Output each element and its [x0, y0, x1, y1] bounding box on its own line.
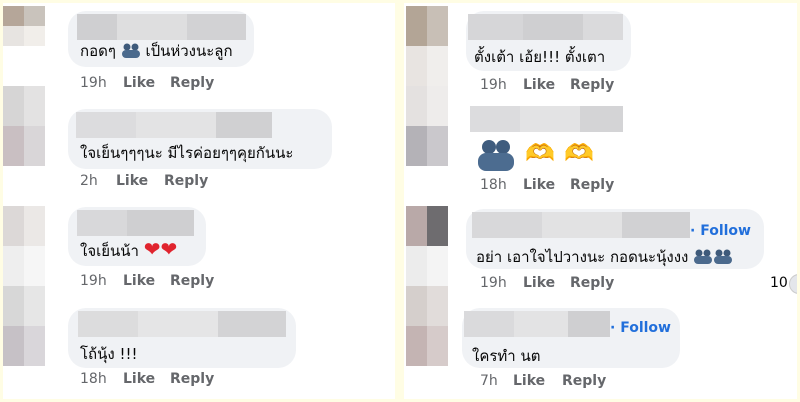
comment-text: ตั้งเต้า เอ้ย!!! ตั้งเตา	[474, 48, 606, 66]
heart-hands-icon: 🫶	[525, 138, 555, 167]
comment-text: กอดๆ เป็นห่วงนะลูก	[80, 42, 233, 62]
heart-hands-icon: 🫶	[564, 138, 594, 167]
comment-time[interactable]: 18h	[480, 177, 507, 193]
comment-bubble: ตั้งเต้า เอ้ย!!! ตั้งเตา	[466, 11, 631, 71]
comment-time[interactable]: 2h	[80, 173, 98, 189]
blurred-author-name[interactable]	[77, 210, 194, 236]
reaction-count[interactable]: 10	[770, 275, 788, 291]
comment-time[interactable]: 19h	[80, 75, 107, 91]
comment-bubble: โถ้นุ้ง !!!	[68, 308, 296, 368]
avatar[interactable]	[3, 86, 45, 166]
reply-button[interactable]: Reply	[562, 373, 606, 389]
comments-panel-left: กอดๆ เป็นห่วงนะลูก 19h Like Reply ใจเย็น…	[3, 3, 395, 399]
like-button[interactable]: Like	[123, 273, 155, 289]
comment-text: โถ้นุ้ง !!!	[80, 345, 138, 363]
hugging-people-icon	[121, 42, 141, 62]
avatar[interactable]	[3, 206, 45, 286]
comment-time[interactable]: 19h	[480, 77, 507, 93]
hugging-people-icon	[713, 248, 733, 268]
blurred-author-name[interactable]	[76, 112, 272, 138]
comment-text: ใจเย็นน้า ❤❤	[80, 237, 178, 261]
follow-button[interactable]: · Follow	[690, 223, 751, 239]
comments-panel-right: ตั้งเต้า เอ้ย!!! ตั้งเตา 19h Like Reply …	[404, 3, 797, 399]
comment-bubble: ใจเย็นๆๆๆนะ มีไรค่อยๆๆคุยกันนะ	[68, 109, 332, 169]
comment-text: ใครทำ นต	[472, 347, 541, 365]
comment-actions: 2h Like Reply	[80, 173, 280, 193]
comment-actions: 7h Like Reply	[480, 373, 680, 393]
comment-time[interactable]: 7h	[480, 373, 498, 389]
avatar[interactable]	[406, 206, 448, 286]
like-button[interactable]: Like	[523, 77, 555, 93]
comment-bubble: · Follow อย่า เอาใจไปวางนะ กอดนะนุ้งงง	[466, 209, 764, 269]
like-button[interactable]: Like	[513, 373, 545, 389]
avatar[interactable]	[3, 286, 45, 366]
comment-actions: 18h Like Reply	[480, 177, 680, 197]
reply-button[interactable]: Reply	[170, 273, 214, 289]
follow-button[interactable]: · Follow	[610, 320, 671, 336]
avatar[interactable]	[406, 6, 448, 86]
avatar[interactable]	[406, 286, 448, 366]
comment-time[interactable]: 19h	[80, 273, 107, 289]
reply-button[interactable]: Reply	[570, 177, 614, 193]
blurred-author-name[interactable]	[470, 106, 623, 132]
comment-actions: 19h Like Reply	[480, 77, 680, 97]
sticker-row: 🫶 🫶	[476, 137, 594, 175]
reply-button[interactable]: Reply	[570, 77, 614, 93]
like-button[interactable]: Like	[116, 173, 148, 189]
hugging-people-icon	[693, 248, 713, 268]
red-heart-icon: ❤	[143, 237, 161, 261]
blurred-author-name[interactable]	[468, 14, 623, 40]
comment-actions: 19h Like Reply	[480, 275, 680, 295]
like-button[interactable]: Like	[123, 75, 155, 91]
avatar[interactable]	[406, 86, 448, 166]
like-button[interactable]: Like	[523, 177, 555, 193]
reply-button[interactable]: Reply	[164, 173, 208, 189]
blurred-author-name[interactable]	[472, 212, 690, 238]
comment-actions: 19h Like Reply	[80, 75, 280, 95]
comment-text: อย่า เอาใจไปวางนะ กอดนะนุ้งงง	[476, 245, 733, 269]
comment-actions: 19h Like Reply	[80, 273, 280, 293]
hugging-people-icon	[476, 137, 516, 175]
blurred-author-name[interactable]	[78, 311, 286, 337]
comment-actions: 18h Like Reply	[80, 371, 280, 391]
reply-button[interactable]: Reply	[170, 75, 214, 91]
comment-time[interactable]: 19h	[480, 275, 507, 291]
like-button[interactable]: Like	[123, 371, 155, 387]
comment-bubble: · Follow ใครทำ นต	[462, 308, 680, 368]
comment-bubble: กอดๆ เป็นห่วงนะลูก	[68, 11, 254, 67]
reply-button[interactable]: Reply	[570, 275, 614, 291]
like-button[interactable]: Like	[523, 275, 555, 291]
comment-time[interactable]: 18h	[80, 371, 107, 387]
red-heart-icon: ❤	[160, 237, 178, 261]
reaction-icon[interactable]	[789, 274, 797, 294]
blurred-author-name[interactable]	[464, 311, 610, 337]
comment-bubble: ใจเย็นน้า ❤❤	[68, 207, 206, 266]
comment-text: ใจเย็นๆๆๆนะ มีไรค่อยๆๆคุยกันนะ	[80, 144, 294, 162]
blurred-author-name[interactable]	[77, 14, 246, 40]
reply-button[interactable]: Reply	[170, 371, 214, 387]
avatar[interactable]	[3, 6, 45, 46]
